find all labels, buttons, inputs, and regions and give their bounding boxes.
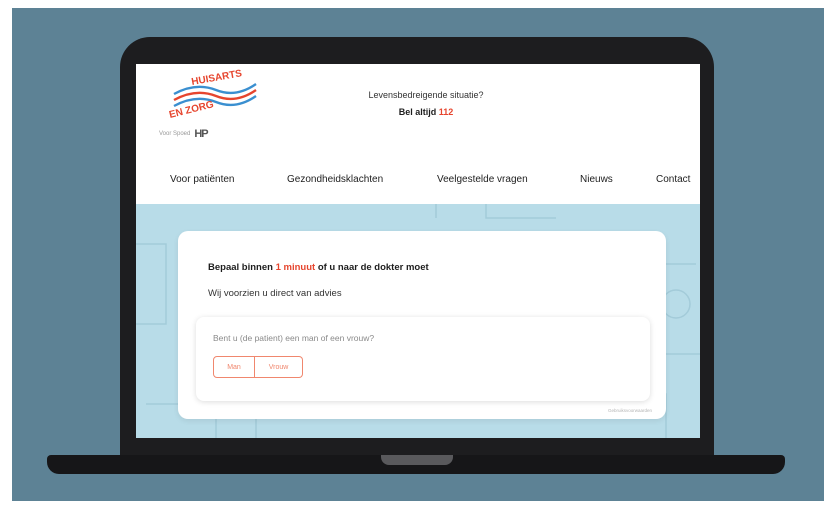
nav-item-voor-patienten[interactable]: Voor patiënten xyxy=(170,174,235,185)
emergency-question: Levensbedreigende situatie? xyxy=(368,90,484,100)
site-header: HUISARTS EN ZORG Voor Spoed HP Levensbed… xyxy=(136,64,700,204)
triage-card: Bepaal binnen 1 minuut of u naar de dokt… xyxy=(178,231,666,419)
nav-item-gezondheidsklachten[interactable]: Gezondheidsklachten xyxy=(287,174,383,185)
main-navigation: Voor patiënten Gezondheidsklachten Veelg… xyxy=(136,174,700,192)
emergency-call: Bel altijd 112 xyxy=(336,107,516,117)
sponsor: Voor Spoed HP xyxy=(159,128,209,140)
card-title-prefix: Bepaal binnen xyxy=(208,262,273,273)
vrouw-button[interactable]: Vrouw xyxy=(255,356,303,378)
sponsor-logo-icon: HP xyxy=(194,128,208,140)
question-card: Bent u (de patient) een man of een vrouw… xyxy=(196,317,650,401)
logo-line1: HUISARTS xyxy=(191,68,244,88)
laptop-screen: HUISARTS EN ZORG Voor Spoed HP Levensbed… xyxy=(136,64,700,438)
logo-line2: EN ZORG xyxy=(168,99,215,121)
gender-question: Bent u (de patient) een man of een vrouw… xyxy=(213,333,375,343)
nav-item-contact[interactable]: Contact xyxy=(656,174,690,185)
gender-choices: Man Vrouw xyxy=(213,356,303,378)
sponsor-text: Voor Spoed xyxy=(159,131,191,137)
card-title-accent: 1 minuut xyxy=(275,262,316,273)
laptop-notch xyxy=(381,455,453,465)
emergency-number[interactable]: 112 xyxy=(439,107,454,117)
nav-item-veelgestelde-vragen[interactable]: Veelgestelde vragen xyxy=(437,174,528,185)
emergency-notice: Levensbedreigende situatie? Bel altijd 1… xyxy=(336,90,516,117)
card-title-suffix: of u naar de dokter moet xyxy=(317,262,429,273)
huisarts-en-zorg-logo[interactable]: HUISARTS EN ZORG xyxy=(156,68,276,128)
nav-item-nieuws[interactable]: Nieuws xyxy=(580,174,613,185)
card-subtitle: Wij voorzien u direct van advies xyxy=(208,288,342,299)
card-title: Bepaal binnen 1 minuut of u naar de dokt… xyxy=(208,262,429,273)
emergency-call-prefix: Bel altijd xyxy=(398,107,437,117)
man-button[interactable]: Man xyxy=(213,356,255,378)
terms-link[interactable]: Gebruiksvoorwaarden xyxy=(608,408,652,413)
